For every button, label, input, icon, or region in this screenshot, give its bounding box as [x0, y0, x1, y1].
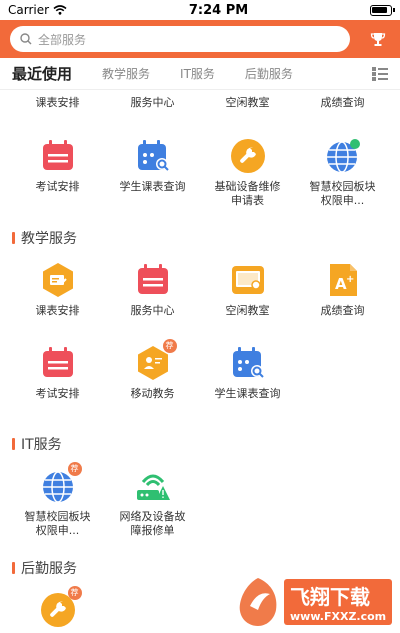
tab-it[interactable]: IT服务 [180, 65, 215, 82]
search-placeholder: 全部服务 [38, 32, 87, 47]
service-label: 服务中心 [130, 304, 175, 317]
section-title-logistics: 后勤服务 [12, 558, 77, 578]
service-label: 服务中心 [130, 96, 175, 109]
calendar-search-icon [230, 345, 266, 381]
service-label: 考试安排 [35, 180, 80, 193]
mobile-affairs-icon: 荐 [135, 339, 177, 381]
service-label: 课表安排 [35, 304, 80, 317]
service-grade-query[interactable]: A + 成绩查询 [295, 262, 390, 318]
service-label: 智慧校园板块权限申... [24, 510, 91, 537]
category-tabs: 最近使用 教学服务 IT服务 后勤服务 [0, 58, 400, 90]
calendar-icon [40, 138, 76, 174]
section-marker [12, 438, 15, 450]
service-student-timetable[interactable]: 学生课表查询 [105, 138, 200, 208]
grid-menu-icon[interactable] [372, 66, 388, 81]
service-logistics-repair[interactable]: 荐 [10, 586, 105, 628]
service-label: 学生课表查询 [119, 180, 186, 193]
calendar-search-icon [135, 138, 171, 174]
service-label: 空闲教室 [225, 304, 270, 317]
service-item[interactable]: 空闲教室 [200, 96, 295, 110]
tab-logistics[interactable]: 后勤服务 [245, 65, 293, 82]
service-course-schedule[interactable]: 课表安排 [10, 262, 105, 318]
wrench-icon [230, 138, 266, 174]
recommend-badge: 荐 [162, 339, 177, 353]
service-label: 空闲教室 [225, 96, 270, 109]
service-label: 成绩查询 [320, 96, 365, 109]
watermark-emblem-icon [239, 578, 277, 626]
section-title-text: IT服务 [21, 437, 62, 453]
schedule-icon [40, 262, 76, 298]
service-campus-permission[interactable]: 智慧校园板块权限申... [295, 138, 390, 208]
service-label: 考试安排 [35, 387, 80, 400]
search-input[interactable]: 全部服务 [10, 26, 350, 52]
recent-row-partial: 课表安排 服务中心 空闲教室 成绩查询 [0, 96, 400, 110]
trophy-icon [370, 33, 386, 46]
classroom-icon [230, 262, 266, 298]
service-repair-request[interactable]: 基础设备维修申请表 [200, 138, 295, 208]
service-label: 基础设备维修申请表 [214, 180, 281, 207]
watermark-url: www.FXXZ.com [290, 610, 387, 623]
service-item[interactable]: 服务中心 [105, 96, 200, 110]
recommend-badge: 荐 [67, 586, 82, 600]
network-warning-icon [135, 468, 171, 504]
service-label: 智慧校园板块权限申... [309, 180, 376, 207]
service-item[interactable]: 成绩查询 [295, 96, 390, 110]
section-marker [12, 232, 15, 244]
status-time: 7:24 PM [188, 2, 249, 18]
grade-icon: A + [325, 262, 361, 298]
teaching-row: 课表安排 服务中心 空闲教室 A + 成绩查询 [0, 262, 400, 318]
globe-icon: 荐 [40, 462, 82, 504]
wifi-icon [53, 5, 67, 15]
service-free-classroom[interactable]: 空闲教室 [200, 262, 295, 318]
service-label: 成绩查询 [320, 304, 365, 317]
service-exam-schedule[interactable]: 考试安排 [10, 345, 105, 401]
service-network-repair[interactable]: 网络及设备故障报修单 [105, 468, 200, 538]
watermark-logo: 飞翔下载 www.FXXZ.com [236, 573, 396, 631]
tab-teaching[interactable]: 教学服务 [102, 65, 150, 82]
service-mobile-affairs[interactable]: 荐 移动教务 [105, 339, 200, 401]
header-bar: 全部服务 [0, 20, 400, 58]
service-label: 课表安排 [35, 96, 80, 109]
service-label: 学生课表查询 [214, 387, 281, 400]
calendar-icon [40, 345, 76, 381]
trophy-button[interactable] [368, 29, 388, 49]
carrier-label: Carrier [8, 3, 50, 17]
it-row: 荐 智慧校园板块权限申... 网络及设备故障报修单 [0, 462, 400, 538]
watermark-text: 飞翔下载 [290, 585, 370, 609]
svg-text:+: + [346, 274, 354, 285]
search-icon [20, 33, 32, 45]
globe-icon [325, 138, 361, 174]
calendar-icon [135, 262, 171, 298]
section-title-text: 后勤服务 [21, 561, 77, 577]
section-title-it: IT服务 [12, 434, 62, 454]
section-title-teaching: 教学服务 [12, 228, 77, 248]
recent-row: 考试安排 学生课表查询 基础设备维修申请表 智慧校园板块权限申... [0, 138, 400, 208]
service-service-center[interactable]: 服务中心 [105, 262, 200, 318]
service-label: 移动教务 [130, 387, 175, 400]
section-marker [12, 562, 15, 574]
service-exam-schedule[interactable]: 考试安排 [10, 138, 105, 208]
teaching-row: 考试安排 荐 移动教务 学生课表查询 [0, 339, 400, 401]
recommend-badge: 荐 [67, 462, 82, 476]
service-campus-permission[interactable]: 荐 智慧校园板块权限申... [10, 462, 105, 538]
battery-icon [370, 4, 395, 16]
status-bar: Carrier 7:24 PM [0, 0, 400, 20]
service-label: 网络及设备故障报修单 [119, 510, 186, 537]
service-item[interactable]: 课表安排 [10, 96, 105, 110]
tab-recent[interactable]: 最近使用 [12, 63, 72, 84]
section-title-text: 教学服务 [21, 231, 77, 247]
service-student-timetable[interactable]: 学生课表查询 [200, 345, 295, 401]
wrench-icon: 荐 [40, 586, 82, 628]
